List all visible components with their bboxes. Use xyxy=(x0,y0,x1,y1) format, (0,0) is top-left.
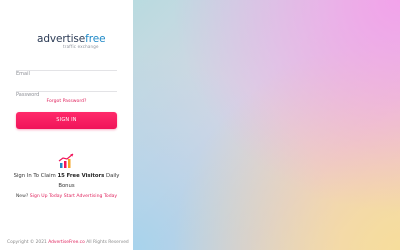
login-panel: advertisefree traffic exchange Forgot Pa… xyxy=(0,0,133,250)
footer-rights: All Rights Reserved xyxy=(86,240,129,245)
password-field xyxy=(16,81,117,100)
footer-copyright: Copyright © 2021 xyxy=(7,240,47,245)
brand-logo[interactable]: advertisefree traffic exchange xyxy=(37,34,107,50)
footer: Copyright © 2021 AdvertiseFree.co All Ri… xyxy=(7,240,129,245)
signup-prefix: New? xyxy=(15,194,29,199)
signup-link[interactable]: Sign Up Today Start Advertising Today xyxy=(30,194,117,199)
bonus-highlight: 15 Free Visitors xyxy=(57,173,105,179)
bonus-message: Sign In To Claim 15 Free Visitors Daily … xyxy=(8,171,125,191)
logo-tagline: traffic exchange xyxy=(63,44,99,49)
bonus-prefix: Sign In To Claim xyxy=(13,173,58,179)
footer-brand-link[interactable]: AdvertiseFree.co xyxy=(48,240,85,245)
gradient-background xyxy=(133,0,400,250)
email-field xyxy=(16,60,117,79)
chart-up-icon xyxy=(58,153,74,168)
sign-in-button[interactable]: SIGN IN xyxy=(16,112,117,129)
signup-row: New? Sign Up Today Start Advertising Tod… xyxy=(0,194,133,199)
email-input[interactable] xyxy=(16,69,117,79)
forgot-password-link[interactable]: Forgot Password? xyxy=(16,99,117,104)
